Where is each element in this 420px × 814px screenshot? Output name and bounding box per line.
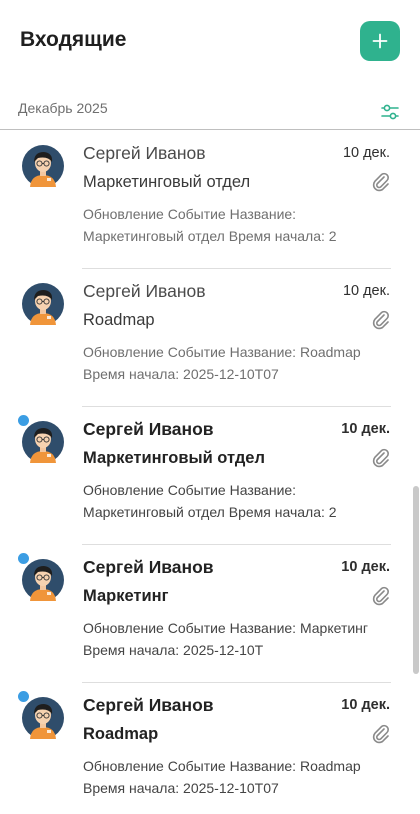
preview-line: Время начала: 2025-12-10T07 [83, 780, 279, 796]
avatar [22, 559, 64, 601]
message-subject: Маркетинг [83, 587, 169, 605]
preview-line: Маркетинговый отдел Время начала: 2 [83, 228, 337, 244]
message-item[interactable]: Сергей Иванов 10 дек. Маркетинговый отде… [0, 407, 420, 545]
month-section-header: Декабрь 2025 [0, 96, 420, 130]
message-preview: Обновление Событие Название: Roadmap Вре… [83, 341, 393, 385]
month-label: Декабрь 2025 [18, 100, 108, 116]
message-subject: Маркетинговый отдел [83, 449, 265, 467]
paperclip-icon [372, 310, 389, 330]
preview-line: Обновление Событие Название: Roadmap [83, 344, 361, 360]
sender-name: Сергей Иванов [83, 143, 206, 163]
message-item[interactable]: Сергей Иванов 10 дек. Маркетинг Обновлен… [0, 545, 420, 683]
avatar [22, 421, 64, 463]
preview-line: Обновление Событие Название: [83, 482, 297, 498]
message-list: Сергей Иванов 10 дек. Маркетинговый отде… [0, 131, 420, 814]
message-subject: Roadmap [83, 311, 155, 329]
preview-line: Обновление Событие Название: Roadmap [83, 758, 361, 774]
message-item[interactable]: Сергей Иванов 10 дек. Roadmap Обновление… [0, 269, 420, 407]
message-subject: Roadmap [83, 725, 159, 743]
paperclip-icon [372, 724, 389, 744]
paperclip-icon [372, 448, 389, 468]
preview-line: Время начала: 2025-12-10T07 [83, 366, 279, 382]
preview-line: Обновление Событие Название: [83, 206, 297, 222]
sliders-icon[interactable] [379, 101, 401, 123]
message-date: 10 дек. [341, 697, 390, 713]
compose-button[interactable] [360, 21, 400, 61]
preview-line: Маркетинговый отдел Время начала: 2 [83, 504, 337, 520]
avatar [22, 283, 64, 325]
preview-line: Обновление Событие Название: Маркетинг [83, 620, 369, 636]
paperclip-icon [372, 586, 389, 606]
sender-name: Сергей Иванов [83, 695, 214, 715]
message-date: 10 дек. [342, 283, 390, 299]
plus-icon [372, 33, 388, 49]
paperclip-icon [372, 172, 389, 192]
message-date: 10 дек. [341, 559, 390, 575]
avatar [22, 697, 64, 739]
page-title: Входящие [20, 28, 127, 51]
message-preview: Обновление Событие Название: Roadmap Вре… [83, 755, 393, 799]
message-preview: Обновление Событие Название: Маркетингов… [83, 203, 393, 247]
message-item[interactable]: Сергей Иванов 10 дек. Roadmap Обновление… [0, 683, 420, 814]
inbox-header: Входящие [0, 0, 420, 84]
message-date: 10 дек. [341, 421, 390, 437]
sender-name: Сергей Иванов [83, 557, 214, 577]
message-item[interactable]: Сергей Иванов 10 дек. Маркетинговый отде… [0, 131, 420, 269]
message-date: 10 дек. [342, 145, 390, 161]
avatar [22, 145, 64, 187]
sender-name: Сергей Иванов [83, 419, 214, 439]
message-preview: Обновление Событие Название: Маркетингов… [83, 479, 393, 523]
preview-line: Время начала: 2025-12-10T [83, 642, 264, 658]
message-subject: Маркетинговый отдел [83, 173, 251, 191]
message-preview: Обновление Событие Название: Маркетинг В… [83, 617, 393, 661]
sender-name: Сергей Иванов [83, 281, 206, 301]
scrollbar[interactable] [413, 486, 419, 674]
